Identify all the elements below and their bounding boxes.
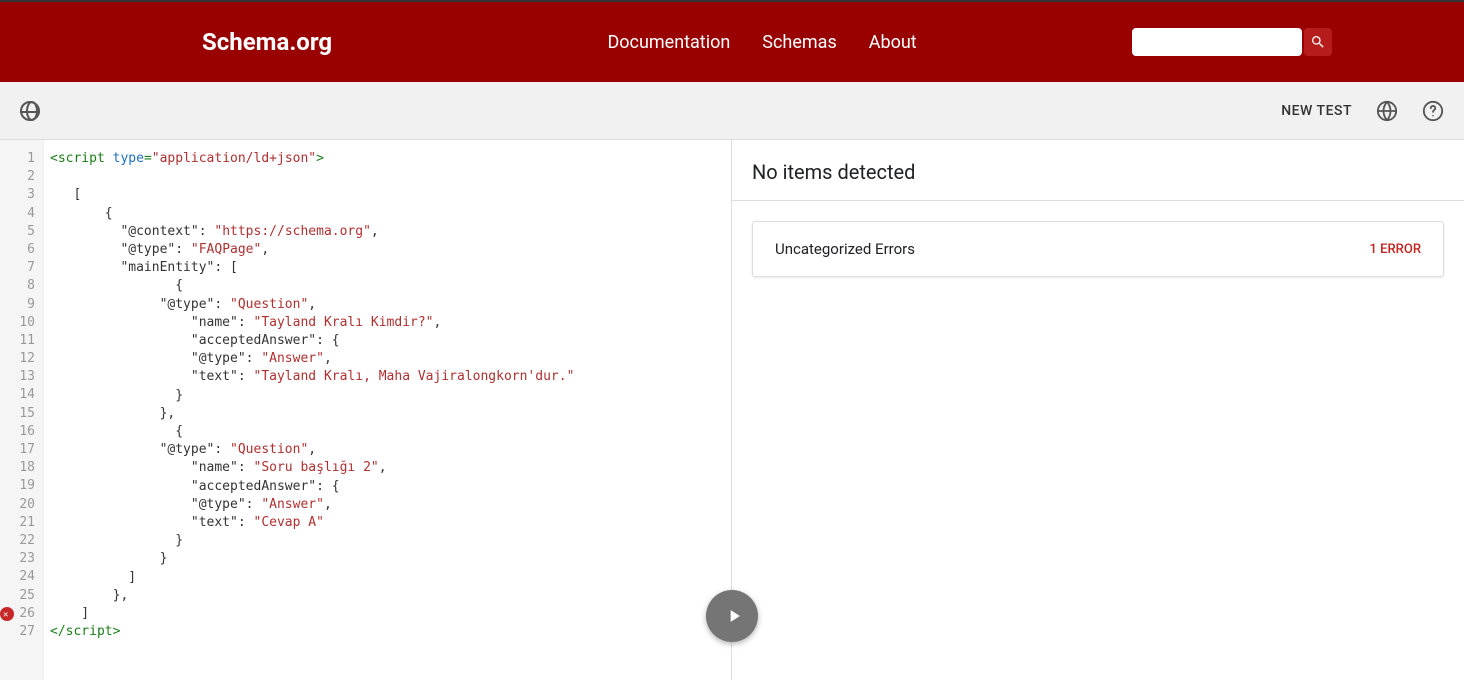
code-line[interactable]: },: [50, 587, 725, 605]
gutter-line: 18: [4, 459, 35, 477]
gutter-line: 2: [4, 168, 35, 186]
search-wrap: [1132, 28, 1332, 56]
code-line[interactable]: "mainEntity": [: [50, 259, 725, 277]
code-line[interactable]: [: [50, 186, 725, 204]
gutter-line: 27: [4, 623, 35, 641]
code-line[interactable]: {: [50, 205, 725, 223]
main: 1234567891011121314151617181920212223242…: [0, 140, 1464, 680]
play-icon: [724, 606, 744, 626]
code-line[interactable]: }: [50, 550, 725, 568]
gutter-line: 13: [4, 368, 35, 386]
header: Schema.org Documentation Schemas About: [0, 0, 1464, 82]
gutter-line: 10: [4, 314, 35, 332]
gutter-line: 15: [4, 405, 35, 423]
gutter-line: 12: [4, 350, 35, 368]
toolbar-left: [20, 101, 40, 121]
error-card-count: 1 ERROR: [1370, 242, 1421, 257]
code-line[interactable]: "name": "Soru başlığı 2",: [50, 459, 725, 477]
code-line[interactable]: <script type="application/ld+json">: [50, 150, 725, 168]
gutter-line: 7: [4, 259, 35, 277]
gutter-line: 3: [4, 186, 35, 204]
code-line[interactable]: "@type": "Answer",: [50, 496, 725, 514]
toolbar: NEW TEST: [0, 82, 1464, 140]
editor-panel: 1234567891011121314151617181920212223242…: [0, 140, 732, 680]
results-heading: No items detected: [732, 140, 1464, 201]
new-test-button[interactable]: NEW TEST: [1281, 103, 1352, 119]
editor-gutter: 1234567891011121314151617181920212223242…: [0, 140, 44, 680]
code-line[interactable]: {: [50, 277, 725, 295]
gutter-line: 24: [4, 568, 35, 586]
code-line[interactable]: ]: [50, 605, 725, 623]
globe-icon[interactable]: [20, 101, 40, 121]
nav-about[interactable]: About: [869, 32, 917, 53]
run-button[interactable]: [706, 590, 758, 642]
gutter-line: 23: [4, 550, 35, 568]
gutter-line: 16: [4, 423, 35, 441]
help-icon[interactable]: [1422, 100, 1444, 122]
code-line[interactable]: ]: [50, 569, 725, 587]
search-input[interactable]: [1132, 28, 1302, 56]
code-editor[interactable]: <script type="application/ld+json"> [ { …: [44, 140, 731, 680]
gutter-line: 1: [4, 150, 35, 168]
gutter-line: 5: [4, 223, 35, 241]
toolbar-right: NEW TEST: [1281, 100, 1444, 122]
code-line[interactable]: "acceptedAnswer": {: [50, 478, 725, 496]
code-line[interactable]: "text": "Tayland Kralı, Maha Vajiralongk…: [50, 368, 725, 386]
language-icon[interactable]: [1376, 100, 1398, 122]
code-line[interactable]: "@type": "FAQPage",: [50, 241, 725, 259]
gutter-line: 20: [4, 496, 35, 514]
gutter-line: 22: [4, 532, 35, 550]
code-line[interactable]: "@context": "https://schema.org",: [50, 223, 725, 241]
code-line[interactable]: {: [50, 423, 725, 441]
search-icon: [1310, 34, 1326, 50]
code-line[interactable]: "@type": "Answer",: [50, 350, 725, 368]
gutter-line: 9: [4, 296, 35, 314]
code-line[interactable]: [50, 168, 725, 186]
code-line[interactable]: "name": "Tayland Kralı Kimdir?",: [50, 314, 725, 332]
header-inner: Schema.org Documentation Schemas About: [132, 28, 1332, 56]
gutter-line: 8: [4, 277, 35, 295]
gutter-line: 17: [4, 441, 35, 459]
error-mark-icon: [0, 607, 14, 621]
code-line[interactable]: "@type": "Question",: [50, 296, 725, 314]
code-line[interactable]: "@type": "Question",: [50, 441, 725, 459]
logo[interactable]: Schema.org: [202, 28, 332, 56]
code-line[interactable]: }: [50, 532, 725, 550]
gutter-line: 11: [4, 332, 35, 350]
nav-documentation[interactable]: Documentation: [607, 32, 730, 53]
nav: Documentation Schemas About: [392, 32, 1132, 53]
error-card[interactable]: Uncategorized Errors 1 ERROR: [752, 221, 1444, 277]
code-line[interactable]: "acceptedAnswer": {: [50, 332, 725, 350]
search-button[interactable]: [1304, 28, 1332, 56]
error-card-title: Uncategorized Errors: [775, 240, 915, 258]
gutter-line: 14: [4, 386, 35, 404]
code-line[interactable]: </script>: [50, 623, 725, 641]
results-body: Uncategorized Errors 1 ERROR: [732, 201, 1464, 297]
code-line[interactable]: }: [50, 387, 725, 405]
gutter-line: 19: [4, 477, 35, 495]
code-line[interactable]: "text": "Cevap A": [50, 514, 725, 532]
code-line[interactable]: },: [50, 405, 725, 423]
gutter-line: 4: [4, 205, 35, 223]
gutter-line: 6: [4, 241, 35, 259]
nav-schemas[interactable]: Schemas: [762, 32, 836, 53]
gutter-line: 21: [4, 514, 35, 532]
results-panel: No items detected Uncategorized Errors 1…: [732, 140, 1464, 680]
gutter-line: 26: [4, 605, 35, 623]
gutter-line: 25: [4, 587, 35, 605]
